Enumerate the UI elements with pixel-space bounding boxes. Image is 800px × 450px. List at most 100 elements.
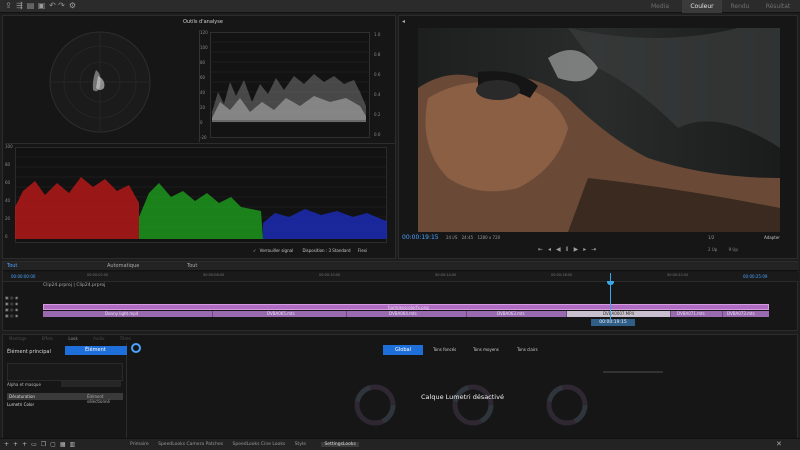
- timeline-ruler[interactable]: 00:00:00:00 00:00:02:00 00:00:06:00 00:0…: [3, 272, 799, 282]
- overlay-clip[interactable]: harmlesscolorfx.png: [43, 304, 769, 310]
- scopes-title: Outils d'analyse: [183, 19, 223, 25]
- timeline-tab-all[interactable]: Tout: [7, 263, 17, 269]
- panel-menu-icon[interactable]: ◂: [402, 18, 405, 25]
- scale-label: 0.6: [374, 72, 381, 77]
- track-header-a1[interactable]: ▣ ◎ ◉: [5, 313, 41, 319]
- scale-label: 20: [200, 105, 206, 110]
- tab-resultat[interactable]: Résultat: [758, 0, 798, 13]
- color-wheel-midtones[interactable]: [451, 383, 495, 427]
- scale-label: 20: [5, 216, 11, 221]
- clip-dvba063[interactable]: DVBA063.mts: [467, 311, 567, 317]
- undo-icon[interactable]: ↶: [48, 2, 57, 10]
- playhead-handle[interactable]: [607, 281, 614, 285]
- color-picker-icon[interactable]: [131, 343, 141, 353]
- clip-dvba073[interactable]: DVBA073.mts: [723, 311, 769, 317]
- lock-icon[interactable]: ▢: [50, 441, 60, 448]
- wheel-tab-global[interactable]: Global: [383, 345, 423, 355]
- look-tab-primaire[interactable]: Primaire: [130, 442, 149, 447]
- timeline-tab-all-2[interactable]: Tout: [187, 263, 197, 269]
- clip-dvba065[interactable]: DVBA065.mts: [213, 311, 347, 317]
- add-layer-icon[interactable]: +: [4, 441, 13, 448]
- tab-rendu[interactable]: Rendu: [722, 0, 758, 13]
- settings-icon[interactable]: ⚙: [68, 2, 77, 10]
- duration-label: 24:45: [461, 235, 474, 240]
- scale-label: -20: [200, 135, 207, 140]
- wheel-tab-midtones[interactable]: Tons moyens: [473, 347, 499, 352]
- layer-tools: +++▭❐▢▦▥: [4, 441, 79, 448]
- clip-dvba064[interactable]: DVBA064.mts: [347, 311, 467, 317]
- color-wheel-shadows[interactable]: [353, 383, 397, 427]
- timeline-tab-auto[interactable]: Automatique: [107, 263, 139, 269]
- play-icon[interactable]: ▶: [574, 246, 584, 253]
- lock-check-icon[interactable]: ✓: [253, 248, 256, 253]
- lock-signal-label[interactable]: Verrouiller signal: [260, 248, 294, 253]
- wheel-tab-shadows[interactable]: Tons foncés: [433, 347, 456, 352]
- top-toolbar: ⇪ ⇶ ▤ ▣ ↶ ↷ ⚙ Media Couleur Rendu Résult…: [0, 0, 800, 13]
- desaturation-label: Désaturation: [9, 394, 35, 399]
- waveform-scale-left: 120 100 80 60 40 20 0 -20: [200, 30, 210, 142]
- monitor-timecode[interactable]: 00:00:19:15: [402, 234, 439, 241]
- look-tab-camera[interactable]: SpeedLooks Camera Patches: [158, 442, 223, 447]
- element-button[interactable]: Élément: [65, 346, 127, 355]
- look-tab-style[interactable]: Style: [295, 442, 306, 447]
- add-mask-icon[interactable]: +: [13, 441, 22, 448]
- tab-montage[interactable]: Montage: [9, 336, 26, 341]
- lumetri-left-column: Élément principal Élément Alpha et masqu…: [3, 343, 127, 439]
- parade-scale: 100 80 60 40 20 0: [5, 144, 15, 244]
- look-tab-cine[interactable]: SpeedLooks Cine Looks: [233, 442, 286, 447]
- export-icon[interactable]: ⇪: [4, 2, 13, 10]
- quality-half[interactable]: 1/2: [708, 235, 714, 240]
- view-9up[interactable]: 9 Up: [729, 247, 738, 252]
- view-2up[interactable]: 2 Up: [708, 247, 717, 252]
- clip-dvba071[interactable]: DVBA071.mts: [671, 311, 723, 317]
- new-icon[interactable]: +: [22, 441, 31, 448]
- tab-look[interactable]: Look: [68, 336, 77, 341]
- tab-couleur[interactable]: Couleur: [682, 0, 722, 13]
- tab-titres[interactable]: Titres: [120, 336, 131, 341]
- scopes-options-bar: ✓ Verrouiller signal Disposition : 3 Sta…: [253, 248, 393, 257]
- grid-icon[interactable]: ▦: [60, 441, 70, 448]
- clip-label: DVBA073.mts: [727, 311, 755, 316]
- clip-label: DVBA065.mts: [267, 311, 295, 316]
- trash-icon[interactable]: ▥: [70, 441, 80, 448]
- folder-icon[interactable]: ▭: [31, 441, 41, 448]
- go-to-out-icon[interactable]: ⇥: [591, 246, 601, 253]
- clip-dvba0007[interactable]: DVBA0007.MP4: [567, 311, 671, 317]
- ruler-start: 00:00:00:00: [11, 274, 36, 279]
- video-frame: [418, 28, 780, 232]
- scale-label: 40: [200, 90, 206, 95]
- tab-media[interactable]: Media: [640, 0, 680, 13]
- step-back-icon[interactable]: ◂: [548, 246, 556, 253]
- tab-audio[interactable]: Audio: [93, 336, 104, 341]
- look-tab-settings[interactable]: SettingsLooks: [321, 442, 359, 447]
- mode-select[interactable]: Flexi: [358, 248, 367, 253]
- alpha-mask-tools[interactable]: [61, 381, 121, 387]
- play-reverse-icon[interactable]: ◀: [556, 246, 566, 253]
- selected-element-label: Élément sélectionné: [87, 394, 110, 404]
- overlay-clip-label: harmlesscolorfx.png: [388, 305, 429, 310]
- monitor-info: 24 i/S 24:45 1280 x 720: [446, 235, 500, 240]
- ruler-tick: 00:00:18:00: [551, 273, 573, 277]
- color-wheel-highlights[interactable]: [545, 383, 589, 427]
- copy-icon[interactable]: ❐: [41, 441, 50, 448]
- wheel-tab-highlights[interactable]: Tons clairs: [517, 347, 538, 352]
- layer-desaturation[interactable]: Désaturation Élément sélectionné: [7, 393, 123, 404]
- element-preview: [7, 363, 123, 381]
- pause-icon[interactable]: Ⅱ: [566, 246, 574, 253]
- layout-select[interactable]: Disposition : 3 Standard: [302, 248, 350, 253]
- close-icon[interactable]: ✕: [776, 440, 782, 448]
- clip-donny[interactable]: Donny light.mp4: [43, 311, 213, 317]
- archive-icon[interactable]: ▤: [26, 2, 35, 10]
- ruler-tick: 00:00:14:00: [435, 273, 457, 277]
- share-icon[interactable]: ⇶: [15, 2, 24, 10]
- tab-effets[interactable]: Effets: [42, 336, 53, 341]
- zoom-select[interactable]: Adapter: [764, 235, 780, 240]
- playhead[interactable]: [610, 273, 611, 319]
- layer-lumetri[interactable]: Lumetri Color: [7, 402, 34, 407]
- ruler-tick: 00:00:22:00: [667, 273, 689, 277]
- level-slider[interactable]: [603, 371, 663, 373]
- go-to-in-icon[interactable]: ⇤: [538, 246, 548, 253]
- redo-icon[interactable]: ↷: [57, 2, 66, 10]
- save-icon[interactable]: ▣: [37, 2, 46, 10]
- clip-label: DVBA063.mts: [497, 311, 525, 316]
